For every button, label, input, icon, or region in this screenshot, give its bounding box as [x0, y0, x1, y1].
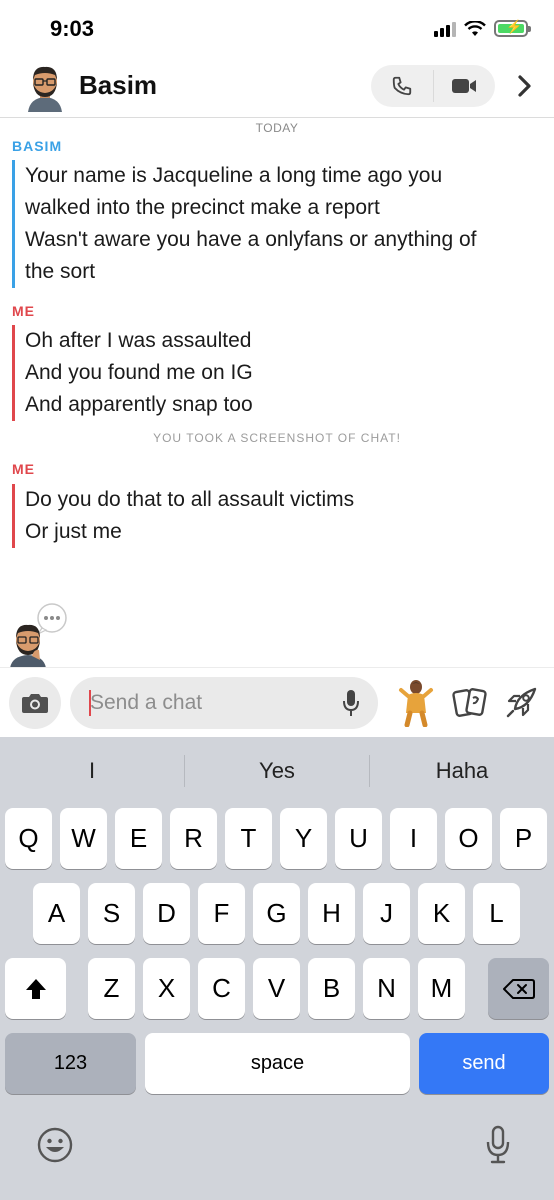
dictation-microphone-icon[interactable] — [485, 1125, 511, 1165]
backspace-icon — [502, 978, 535, 999]
rocket-icon — [506, 687, 537, 718]
key-b[interactable]: B — [308, 958, 355, 1019]
message-group: Your name is Jacqueline a long time ago … — [12, 160, 477, 288]
message-line: Do you do that to all assault victims — [25, 488, 355, 511]
video-call-button[interactable] — [434, 65, 496, 107]
sender-label: BASIM — [12, 138, 63, 154]
voice-call-button[interactable] — [371, 65, 433, 107]
sender-label: ME — [12, 461, 35, 477]
key-h[interactable]: H — [308, 883, 355, 944]
status-time: 9:03 — [50, 16, 95, 41]
compose-bar — [0, 667, 554, 737]
chat-input[interactable] — [90, 677, 330, 729]
key-k[interactable]: K — [418, 883, 465, 944]
sender-label: ME — [12, 303, 35, 319]
message-line: Oh after I was assaulted — [25, 329, 252, 352]
key-t[interactable]: T — [225, 808, 272, 869]
key-m[interactable]: M — [418, 958, 465, 1019]
key-n[interactable]: N — [363, 958, 410, 1019]
call-controls — [371, 65, 495, 107]
send-key[interactable]: send — [419, 1033, 549, 1094]
cards-button[interactable] — [447, 678, 493, 728]
key-u[interactable]: U — [335, 808, 382, 869]
message-line: walked into the precinct make a report — [25, 196, 380, 219]
cards-icon — [452, 688, 487, 717]
chevron-right-icon[interactable] — [511, 71, 539, 101]
battery-icon: ⚡ — [494, 19, 531, 37]
suggestion-2[interactable]: Yes — [185, 758, 369, 784]
contact-name[interactable]: Basim — [79, 70, 157, 101]
key-w[interactable]: W — [60, 808, 107, 869]
key-d[interactable]: D — [143, 883, 190, 944]
key-g[interactable]: G — [253, 883, 300, 944]
message-line: And you found me on IG — [25, 361, 253, 384]
typing-bitmoji-icon — [10, 603, 67, 668]
key-i[interactable]: I — [390, 808, 437, 869]
contact-avatar[interactable] — [22, 62, 68, 112]
message-group: Do you do that to all assault victims Or… — [12, 484, 354, 548]
key-q[interactable]: Q — [5, 808, 52, 869]
key-l[interactable]: L — [473, 883, 520, 944]
camera-icon — [22, 694, 48, 713]
numbers-key[interactable]: 123 — [5, 1033, 136, 1094]
key-j[interactable]: J — [363, 883, 410, 944]
message-group: Oh after I was assaulted And you found m… — [12, 325, 253, 421]
key-c[interactable]: C — [198, 958, 245, 1019]
screenshot-notice: YOU TOOK A SCREENSHOT OF CHAT! — [153, 431, 401, 445]
phone-icon — [392, 76, 411, 96]
keyboard: I Yes Haha Q W E R T Y U I O P A S D F G… — [0, 737, 554, 1200]
camera-button[interactable] — [9, 677, 61, 729]
backspace-key[interactable] — [488, 958, 549, 1019]
key-y[interactable]: Y — [280, 808, 327, 869]
key-p[interactable]: P — [500, 808, 547, 869]
video-camera-icon — [452, 79, 477, 93]
key-o[interactable]: O — [445, 808, 492, 869]
suggestion-3[interactable]: Haha — [370, 758, 554, 784]
bitmoji-button[interactable] — [393, 678, 439, 728]
emoji-icon[interactable] — [37, 1127, 73, 1163]
bitmoji-dance-icon — [399, 680, 433, 727]
key-z[interactable]: Z — [88, 958, 135, 1019]
key-v[interactable]: V — [253, 958, 300, 1019]
key-r[interactable]: R — [170, 808, 217, 869]
message-line: Wasn't aware you have a onlyfans or anyt… — [25, 228, 477, 251]
games-button[interactable] — [498, 678, 544, 728]
signal-icon — [434, 21, 456, 37]
chat-input-container[interactable] — [70, 677, 378, 729]
key-a[interactable]: A — [33, 883, 80, 944]
message-line: Your name is Jacqueline a long time ago … — [25, 164, 443, 187]
key-s[interactable]: S — [88, 883, 135, 944]
message-line: Or just me — [25, 520, 122, 543]
key-f[interactable]: F — [198, 883, 245, 944]
space-key[interactable]: space — [145, 1033, 410, 1094]
day-separator: TODAY — [255, 121, 299, 135]
shift-key[interactable] — [5, 958, 66, 1019]
status-bar: 9:03 ⚡ — [0, 0, 554, 56]
key-x[interactable]: X — [143, 958, 190, 1019]
chat-header: Basim — [0, 56, 554, 118]
key-e[interactable]: E — [115, 808, 162, 869]
suggestion-bar: I Yes Haha — [0, 737, 554, 805]
message-line: And apparently snap too — [25, 393, 253, 416]
suggestion-1[interactable]: I — [0, 758, 184, 784]
wifi-icon — [464, 20, 486, 36]
microphone-icon[interactable] — [342, 689, 360, 717]
shift-arrow-icon — [25, 978, 46, 999]
message-line: the sort — [25, 260, 96, 283]
